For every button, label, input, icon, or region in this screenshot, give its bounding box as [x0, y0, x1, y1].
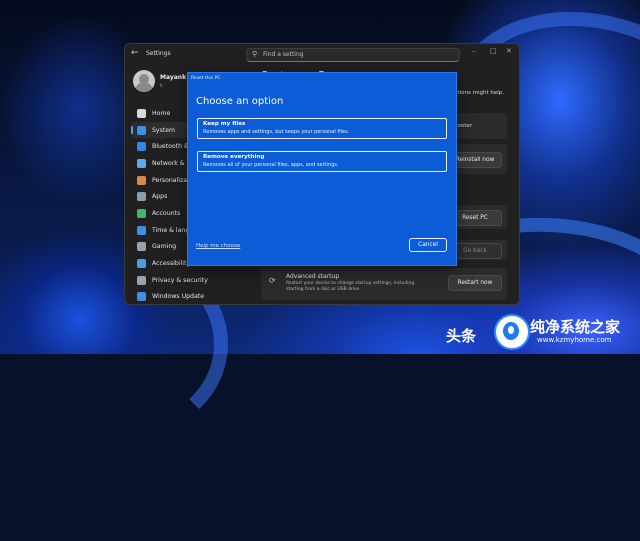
apps-icon: [137, 192, 146, 202]
sidebar-item-privacy-security[interactable]: Privacy & security: [131, 272, 221, 289]
option-description: Removes all of your personal files, apps…: [203, 162, 339, 168]
network-icon: [137, 158, 146, 168]
title-bar: ← Settings ⚲ Find a setting – □ ✕: [125, 44, 519, 64]
bluetooth-icon: [137, 142, 146, 152]
advanced-startup-description: Restart your device to change startup se…: [286, 281, 415, 292]
maximize-icon[interactable]: □: [490, 47, 497, 55]
advanced-startup-card: ⟳ Advanced startup Restart your device t…: [261, 268, 507, 300]
search-input[interactable]: ⚲ Find a setting: [246, 48, 460, 62]
help-me-choose-link[interactable]: Help me choose: [196, 243, 240, 249]
search-icon: ⚲: [252, 50, 258, 58]
sidebar-item-label: System: [152, 126, 176, 134]
sidebar-item-label: Home: [152, 109, 171, 117]
sidebar-item-windows-update[interactable]: Windows Update: [131, 289, 221, 304]
accessibility-icon: [137, 259, 146, 269]
close-icon[interactable]: ✕: [506, 47, 512, 55]
remove-everything-option[interactable]: Remove everything Removes all of your pe…: [197, 151, 447, 172]
sidebar-item-label: Accounts: [152, 209, 181, 217]
recovery-help-text: ptions might help.: [454, 90, 505, 96]
dialog-caption: Reset this PC: [191, 76, 221, 81]
sidebar-item-label: Accessibility: [152, 260, 191, 268]
app-title: Settings: [146, 50, 171, 57]
sidebar-item-label: Gaming: [152, 243, 177, 251]
option-description: Removes apps and settings, but keeps you…: [203, 129, 350, 135]
search-placeholder: Find a setting: [263, 51, 304, 58]
avatar: [133, 70, 155, 92]
accounts-icon: [137, 208, 146, 218]
watermark-source-text: 头条: [446, 327, 477, 345]
time-language-icon: [137, 225, 146, 235]
advanced-startup-title: Advanced startup: [286, 273, 340, 280]
dialog-heading: Choose an option: [196, 96, 284, 107]
sidebar-item-label: Privacy & security: [152, 276, 208, 284]
keep-my-files-option[interactable]: Keep my files Removes apps and settings,…: [197, 118, 447, 139]
home-icon: [137, 108, 146, 118]
watermark-logo-icon: [494, 314, 530, 350]
watermark-title: 纯净系统之家: [530, 318, 621, 336]
sidebar-item-label: Personalizati: [152, 176, 192, 184]
gaming-icon: [137, 242, 146, 252]
advanced-startup-icon: ⟳: [269, 276, 276, 285]
option-title: Remove everything: [203, 154, 265, 160]
profile-email: h: [160, 83, 163, 88]
restart-now-button[interactable]: Restart now: [448, 275, 502, 291]
sidebar-item-label: Windows Update: [152, 293, 204, 301]
system-icon: [137, 125, 146, 135]
windows-update-icon: [137, 292, 146, 302]
cancel-button[interactable]: Cancel: [409, 238, 447, 252]
sidebar-item-label: Apps: [152, 193, 168, 201]
reset-this-pc-dialog: Reset this PC Choose an option Keep my f…: [187, 72, 457, 266]
watermark-url: www.kzmyhome.com: [537, 336, 612, 344]
option-title: Keep my files: [203, 121, 246, 127]
privacy-security-icon: [137, 275, 146, 285]
minimize-icon[interactable]: –: [472, 47, 476, 55]
personalization-icon: [137, 175, 146, 185]
back-arrow-icon[interactable]: ←: [131, 48, 139, 58]
